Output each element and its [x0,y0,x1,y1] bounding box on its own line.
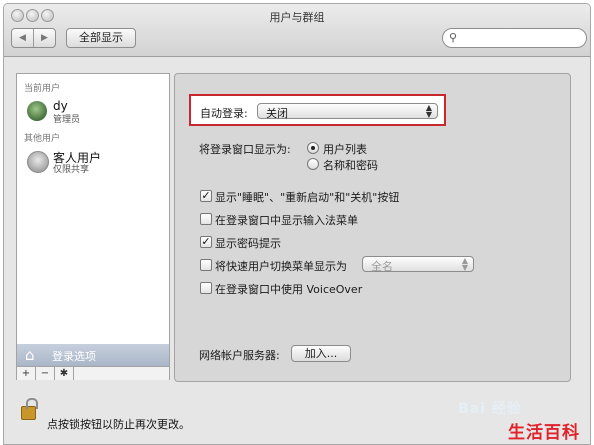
radio-user-list[interactable] [307,142,319,154]
baidu-watermark: Bai 经验 [458,401,522,417]
fast-switch-select[interactable]: 全名 ▲ ▼ [362,256,474,273]
user-role: 管理员 [53,115,81,125]
user-name: dy [53,99,68,113]
sidebar-button-bar: + − ✱ [17,366,169,380]
join-button[interactable]: 加入... [291,345,351,362]
checkbox-show-sleep-restart-label: 显示"睡眠"、"重新启动"和"关机"按钮 [215,191,400,204]
add-user-button[interactable]: + [17,367,36,380]
auto-login-label: 自动登录: [200,107,248,120]
radio-name-password[interactable] [307,158,319,170]
radio-name-password-label: 名称和密码 [323,159,378,172]
back-arrow-icon[interactable]: ◀ [12,29,34,47]
lock-hint-text: 点按锁按钮以防止再次更改。 [47,418,190,431]
select-arrows-icon: ▲ ▼ [425,103,432,119]
auto-login-value: 关闭 [266,107,288,120]
user-avatar-icon [27,101,47,121]
current-users-header: 当前用户 [24,84,61,94]
auto-login-select[interactable]: 关闭 ▲ ▼ [257,103,438,120]
checkbox-voiceover[interactable] [200,282,212,294]
checkbox-voiceover-label: 在登录窗口中使用 VoiceOver [215,283,363,296]
auto-login-highlight: 自动登录: 关闭 ▲ ▼ [189,94,446,126]
search-field[interactable]: ⚲ [442,28,587,48]
nav-back-forward: ◀ ▶ [11,28,56,48]
checkbox-password-hints-label: 显示密码提示 [215,237,281,250]
forward-arrow-icon[interactable]: ▶ [34,29,55,47]
users-sidebar: 当前用户 dy 管理员 其他用户 客人用户 仅限共享 ⌂ 登录选项 + − ✱ [16,73,170,380]
checkbox-password-hints[interactable]: ✓ [200,236,212,248]
window-title: 用户与群组 [269,11,325,24]
gear-icon[interactable]: ✱ [55,367,74,380]
search-icon: ⚲ [449,31,458,44]
checkbox-input-menu-label: 在登录窗口中显示输入法菜单 [215,214,358,227]
sidebar-item-login-options[interactable]: ⌂ 登录选项 [17,344,169,366]
user-row-guest[interactable]: 客人用户 仅限共享 [24,149,164,175]
remove-user-button[interactable]: − [36,367,55,380]
checkbox-fast-user-switching-label: 将快速用户切换菜单显示为 [215,260,347,273]
display-window-label: 将登录窗口显示为: [199,143,291,156]
checkbox-show-sleep-restart[interactable]: ✓ [200,190,212,202]
fast-switch-value: 全名 [371,260,393,273]
title-bar: 用户与群组 ◀ ▶ 全部显示 ⚲ [4,4,590,57]
user-row-dy[interactable]: dy 管理员 [24,99,164,125]
network-server-label: 网络帐户服务器: [199,349,280,362]
guest-role: 仅限共享 [53,165,90,175]
preferences-window: 用户与群组 ◀ ▶ 全部显示 ⚲ 当前用户 dy 管理员 其他用户 客人用户 仅… [3,3,591,445]
guest-avatar-icon [27,151,49,173]
lock-icon[interactable] [21,398,38,420]
checkbox-fast-user-switching[interactable] [200,259,212,271]
show-all-button[interactable]: 全部显示 [66,28,136,48]
select-arrows-icon: ▲ ▼ [461,256,468,272]
radio-user-list-label: 用户列表 [323,143,367,156]
other-users-header: 其他用户 [24,134,61,144]
login-options-label: 登录选项 [52,350,96,363]
checkbox-input-menu[interactable] [200,213,212,225]
brand-watermark: 生活百科 [508,423,580,443]
house-icon: ⌂ [25,346,35,364]
